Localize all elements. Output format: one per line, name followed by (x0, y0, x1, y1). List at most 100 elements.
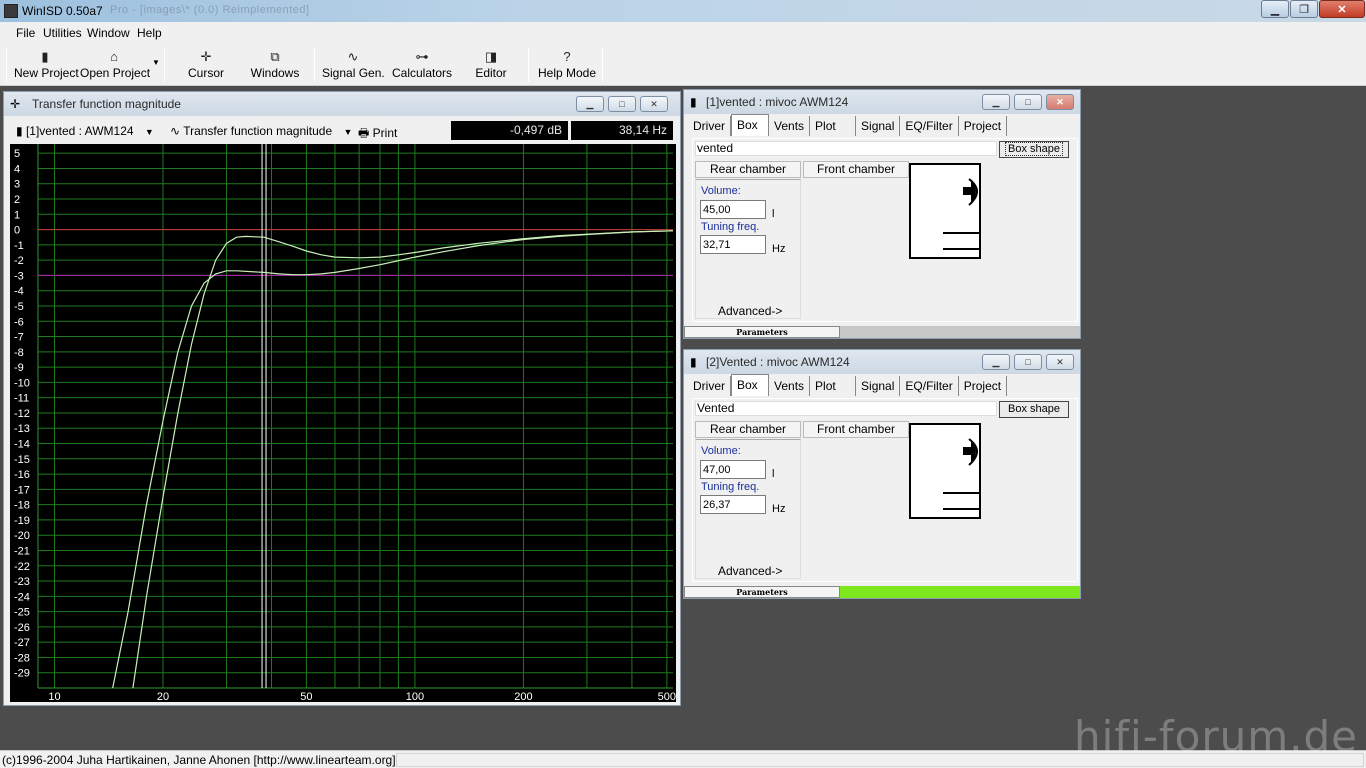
y-tick-label: -21 (14, 545, 30, 557)
box-diagram (909, 163, 981, 259)
print-button[interactable]: 🖶 Print (358, 124, 397, 145)
box-window-2-titlebar[interactable]: ▮ [2]Vented : mivoc AWM124 ▁ □ ✕ (684, 350, 1080, 374)
box-shape-button[interactable]: Box shape (999, 401, 1069, 418)
cursor-db-readout: -0,497 dB (451, 121, 568, 140)
x-tick-label: 20 (157, 691, 169, 702)
y-tick-label: -15 (14, 454, 30, 466)
tab-eq-filter[interactable]: EQ/Filter (900, 116, 959, 136)
windows-icon: ⧉ (270, 49, 280, 64)
front-chamber-tab[interactable]: Front chamber (803, 161, 909, 178)
volume-label: Volume: (701, 185, 741, 197)
speaker-box-icon (943, 178, 979, 250)
box-window-1-titlebar[interactable]: ▮ [1]vented : mivoc AWM124 ▁ □ ✕ (684, 90, 1080, 114)
mdi-client-area: ✛ Transfer function magnitude ▁ □ ✕ ▮ [1… (0, 86, 1366, 750)
windows-button[interactable]: ⧉ Windows (248, 48, 302, 84)
transfer-function-chart[interactable]: 543210-1-2-3-4-5-6-7-8-9-10-11-12-13-14-… (10, 144, 676, 702)
volume-input[interactable]: 45,00 (700, 200, 766, 219)
graph-close-button[interactable]: ✕ (640, 96, 668, 112)
graph-toolbar: ▮ [1]vented : AWM124 ▼ ∿ Transfer functi… (10, 120, 676, 142)
new-project-button[interactable]: ▮ New Project (14, 48, 79, 84)
signal-generator-button[interactable]: ∿ Signal Gen. (322, 48, 385, 84)
tab-signal[interactable]: Signal (856, 116, 901, 136)
speaker-box-icon (943, 438, 979, 510)
project-select[interactable]: ▮ [1]vented : AWM124 ▼ (16, 124, 154, 138)
tab-vents[interactable]: Vents (769, 376, 811, 396)
close-button[interactable]: ✕ (1319, 0, 1365, 18)
tab-box[interactable]: Box (731, 114, 769, 136)
menu-utilities[interactable]: Utilities (43, 26, 82, 40)
tab-vents[interactable]: Vents (769, 116, 811, 136)
box2-close-button[interactable]: ✕ (1046, 354, 1074, 370)
tab-project[interactable]: Project (959, 376, 1008, 396)
box1-maximize-button[interactable]: □ (1014, 94, 1042, 110)
x-tick-label: 100 (406, 691, 424, 702)
advanced-button[interactable]: Advanced-> (718, 304, 782, 318)
tab-signal[interactable]: Signal (856, 376, 901, 396)
menu-file[interactable]: File (16, 26, 35, 40)
cursor-button[interactable]: ✛ Cursor (182, 48, 230, 84)
graph-minimize-button[interactable]: ▁ (576, 96, 604, 112)
box-type-field[interactable]: vented (695, 141, 997, 156)
box1-close-button[interactable]: ✕ (1046, 94, 1074, 110)
plot-type-select[interactable]: ∿ Transfer function magnitude ▼ (170, 124, 352, 138)
box1-status: Parameters (684, 326, 1080, 338)
graph-maximize-button[interactable]: □ (608, 96, 636, 112)
menu-window[interactable]: Window (87, 26, 130, 40)
y-tick-label: -28 (14, 652, 30, 664)
x-tick-label: 10 (48, 691, 60, 702)
tuning-input[interactable]: 26,37 (700, 495, 766, 514)
open-project-button[interactable]: ⌂ Open Project (80, 48, 150, 84)
editor-button[interactable]: ◨ Editor (470, 48, 512, 84)
menu-help[interactable]: Help (137, 26, 162, 40)
y-tick-label: 2 (14, 194, 20, 206)
box-shape-button[interactable]: Box shape (999, 141, 1069, 158)
tab-driver[interactable]: Driver (688, 116, 731, 136)
y-tick-label: -8 (14, 347, 24, 359)
x-tick-label: 500 (658, 691, 676, 702)
maximize-icon: □ (1025, 357, 1031, 367)
response-curve-2 (112, 230, 674, 689)
plot-area[interactable]: 5 4 3 2 1 0 -1 -2 -3 -4 -5 -6 -7 -8 -9 -10 -11 -12 -13 -14-… (10, 144, 676, 702)
help-mode-button[interactable]: ? Help Mode (536, 48, 598, 84)
menu-bar: File Utilities Window Help (0, 22, 1366, 44)
x-tick-label: 200 (514, 691, 532, 702)
minimize-button[interactable]: ▁ (1261, 0, 1289, 18)
y-tick-label: -13 (14, 423, 30, 435)
tab-project[interactable]: Project (959, 116, 1008, 136)
y-tick-label: 3 (14, 179, 20, 191)
maximize-icon: □ (1025, 97, 1031, 107)
box-type-field[interactable]: Vented (695, 401, 997, 416)
speaker-icon: ▮ (690, 355, 697, 369)
volume-unit: l (772, 468, 775, 480)
tab-eq-filter[interactable]: EQ/Filter (900, 376, 959, 396)
y-tick-label: -2 (14, 255, 24, 267)
minimize-icon: ▁ (1270, 3, 1280, 16)
box2-minimize-button[interactable]: ▁ (982, 354, 1010, 370)
tuning-input[interactable]: 32,71 (700, 235, 766, 254)
rear-chamber-tab[interactable]: Rear chamber (695, 161, 801, 178)
volume-input[interactable]: 47,00 (700, 460, 766, 479)
calculators-button[interactable]: ⊶ Calculators (391, 48, 453, 84)
restore-button[interactable]: ❐ (1290, 0, 1318, 18)
app-titlebar: WinISD 0.50a7 Pro - [images\* (0.0) Reim… (0, 0, 1366, 22)
tab-plot[interactable]: Plot (810, 376, 857, 396)
app-title: WinISD 0.50a7 (22, 4, 103, 18)
open-project-dropdown-icon[interactable]: ▼ (152, 58, 160, 67)
rear-chamber-tab[interactable]: Rear chamber (695, 421, 801, 438)
advanced-button[interactable]: Advanced-> (718, 564, 782, 578)
signal-generator-icon: ∿ (347, 49, 359, 64)
front-chamber-tab[interactable]: Front chamber (803, 421, 909, 438)
box1-minimize-button[interactable]: ▁ (982, 94, 1010, 110)
tab-driver[interactable]: Driver (688, 376, 731, 396)
graph-window: ✛ Transfer function magnitude ▁ □ ✕ ▮ [1… (3, 91, 681, 706)
box2-maximize-button[interactable]: □ (1014, 354, 1042, 370)
y-tick-label: -12 (14, 408, 30, 420)
close-icon: ✕ (1056, 356, 1064, 367)
y-tick-label: -25 (14, 607, 30, 619)
maximize-icon: □ (619, 99, 625, 109)
graph-window-titlebar[interactable]: ✛ Transfer function magnitude ▁ □ ✕ (4, 92, 680, 116)
graph-window-title: Transfer function magnitude (32, 97, 181, 111)
tab-plot[interactable]: Plot (810, 116, 857, 136)
tab-box[interactable]: Box (731, 374, 769, 396)
close-icon: ✕ (650, 98, 658, 109)
